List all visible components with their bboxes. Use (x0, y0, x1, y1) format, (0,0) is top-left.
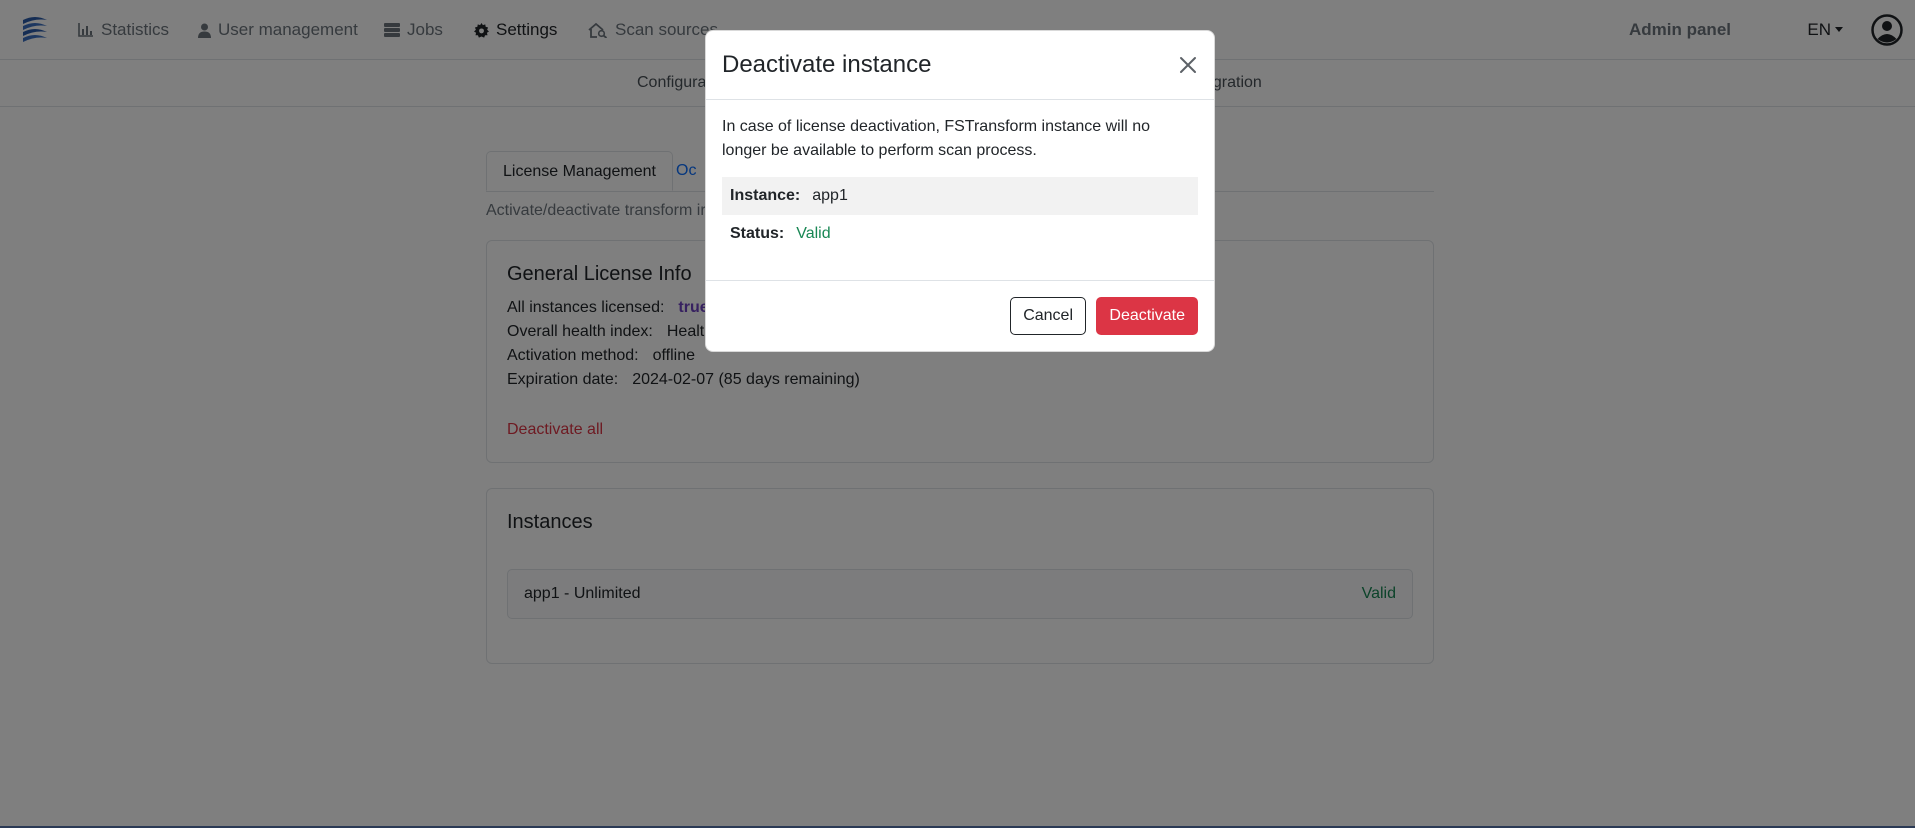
status-label: Status: (730, 225, 785, 242)
close-icon (1180, 57, 1196, 73)
cancel-button[interactable]: Cancel (1010, 297, 1086, 335)
instance-value: app1 (812, 187, 848, 204)
modal-description: In case of license deactivation, FSTrans… (722, 118, 1151, 159)
deactivate-instance-modal: Deactivate instance In case of license d… (705, 30, 1215, 352)
instance-row: Instance: app1 (722, 177, 1198, 215)
modal-header: Deactivate instance (706, 31, 1214, 100)
deactivate-button[interactable]: Deactivate (1096, 297, 1198, 335)
modal-title: Deactivate instance (722, 51, 932, 78)
close-button[interactable] (1176, 53, 1200, 77)
status-row: Status: Valid (722, 215, 1198, 253)
modal-footer: Cancel Deactivate (706, 280, 1214, 352)
modal-body: In case of license deactivation, FSTrans… (722, 115, 1198, 242)
instance-label: Instance: (730, 187, 801, 204)
status-badge: Valid (796, 225, 831, 242)
